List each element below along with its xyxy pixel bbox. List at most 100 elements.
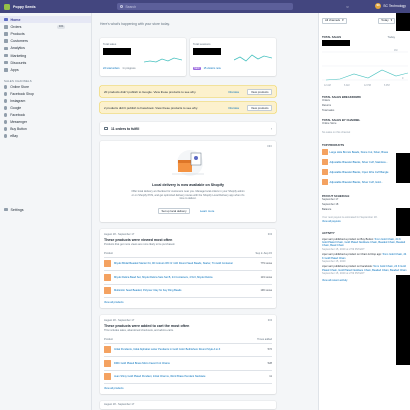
- list-item[interactable]: Large Hole Bronze Beads, Stone Cut, Silv…: [322, 147, 407, 157]
- channel-instagram[interactable]: Instagram: [0, 98, 91, 105]
- sidebar-item-products[interactable]: Products: [0, 30, 91, 37]
- channel-label: Facebook Shop: [10, 92, 34, 96]
- stat-footer: 22 total orders In progress: [103, 67, 136, 70]
- channel-facebook-shop[interactable]: Facebook Shop: [0, 91, 91, 98]
- sidebar-item-label: Apps: [10, 67, 19, 72]
- channel-buy-button[interactable]: Buy Button: [0, 126, 91, 133]
- sidebar-item-apps[interactable]: Apps: [0, 66, 91, 73]
- sidebar-item-customers[interactable]: Customers: [0, 38, 91, 45]
- gear-icon: [4, 207, 8, 212]
- view-products-button[interactable]: View products: [247, 88, 272, 95]
- sales-sparkline: [144, 57, 182, 63]
- payout-row: Balance: [322, 207, 332, 211]
- feed-title: These products were viewed most often: [104, 237, 173, 242]
- feed-subtitle: Products that get more views are more li…: [104, 243, 176, 246]
- total-sales-card[interactable]: Total sales 22 total orders In progress: [100, 38, 186, 76]
- channel-messenger[interactable]: Messenger: [0, 119, 91, 126]
- dismiss-link[interactable]: Dismiss: [229, 106, 240, 110]
- product-link[interactable]: Multicolor Seed Beaded, Polymer Clay for…: [114, 289, 254, 292]
- channel-online-store[interactable]: Online Store: [0, 84, 91, 91]
- period-label: Today: [387, 34, 395, 39]
- sidebar-item-discounts[interactable]: Discounts: [0, 59, 91, 66]
- learn-more-link[interactable]: Learn more: [200, 209, 214, 213]
- ebay-icon: [4, 134, 8, 138]
- more-options-icon[interactable]: •••: [268, 317, 272, 322]
- feed-title: These products were added to cart the mo…: [104, 323, 190, 328]
- sidebar-item-analytics[interactable]: Analytics: [0, 45, 91, 52]
- list-item[interactable]: Adjustable Bracelet Blanks, Open Wire Cu…: [322, 167, 407, 177]
- channel-google[interactable]: Google: [0, 105, 91, 112]
- visitors-now-link[interactable]: 15 visitors now: [204, 67, 221, 70]
- view-all-payouts-link[interactable]: View all payouts: [322, 220, 407, 223]
- new-badge: NEW: [193, 67, 201, 70]
- list-item[interactable]: Adjustable Bracelet Blanks, Silver Cuff,…: [322, 177, 407, 187]
- more-options-icon[interactable]: •••: [268, 231, 272, 236]
- most-viewed-products-card: ••• August 18 - September 17 These produ…: [100, 229, 276, 308]
- empty-state-text: No sales on this channel: [322, 131, 351, 135]
- section-title-text: TOTAL SALES: [322, 34, 342, 39]
- set-up-local-delivery-button[interactable]: Set up local delivery: [158, 208, 191, 214]
- total-orders-link[interactable]: 22 total orders: [103, 67, 120, 70]
- table-row[interactable]: Jean Shiny Gold Plated Pendant, Initial …: [104, 371, 272, 384]
- table-row[interactable]: Miyuki Bridal Beaded Starter Kit, 90 Col…: [104, 258, 272, 271]
- total-sessions-card[interactable]: Total sessions NEW 15 visitors now: [190, 38, 276, 76]
- select-value: All channels: [325, 18, 341, 23]
- product-link[interactable]: Initial Pendants, Initial Alphabet Lette…: [114, 348, 262, 351]
- facebook-icon: [4, 92, 8, 96]
- redaction-block: [396, 153, 410, 183]
- sidebar: Home Orders 161 Products Customers Analyt…: [0, 13, 92, 410]
- channel-ebay[interactable]: eBay: [0, 133, 91, 140]
- bell-icon[interactable]: ○: [345, 4, 350, 9]
- sidebar-item-orders[interactable]: Orders 161: [0, 23, 91, 30]
- orders-count-badge: 161: [57, 23, 65, 29]
- activity-time: September 15, 2020 at 2:59 PM EDT: [322, 272, 365, 276]
- sidebar-item-home[interactable]: Home: [0, 16, 91, 24]
- orders-to-fulfill-link[interactable]: 11 orders to fulfill ›: [100, 122, 276, 135]
- axis-tick-label: 6 PM: [384, 84, 390, 87]
- col-value: Sep 2–Sep 15: [255, 252, 272, 255]
- product-thumbnail: [322, 179, 328, 185]
- product-link[interactable]: Miyuki Bridal Beaded Starter Kit, 90 Col…: [114, 262, 254, 265]
- redacted-value: [322, 40, 350, 46]
- table-row[interactable]: DMC Gold Plated Brass Micro Facet Knit C…: [104, 357, 272, 371]
- dismiss-link[interactable]: Dismiss: [229, 90, 240, 94]
- view-all-products-link[interactable]: View all products: [104, 301, 272, 304]
- view-all-activity-link[interactable]: View all recent activity: [322, 279, 407, 282]
- product-link[interactable]: Jean Shiny Gold Plated Pendant, Initial …: [114, 375, 263, 378]
- table-row[interactable]: Miyuki Delica Bead Set, Miyuki Delica Se…: [104, 271, 272, 285]
- store-switcher[interactable]: Poppy Seeds: [0, 3, 92, 10]
- table-row[interactable]: Initial Pendants, Initial Alphabet Lette…: [104, 344, 272, 357]
- sales-over-time-chart: 1M 0 12 AM 6 AM 12 PM 6 PM: [322, 49, 408, 87]
- axis-tick-label: 12 AM: [324, 84, 331, 87]
- sidebar-item-marketing[interactable]: Marketing: [0, 52, 91, 59]
- activity-item: xiper sarr published a product on Facebo…: [322, 265, 407, 275]
- messenger-icon: [4, 120, 8, 124]
- date-filter-select[interactable]: Today ▾: [378, 18, 395, 24]
- search-input[interactable]: Search: [117, 3, 293, 10]
- apps-icon: [4, 68, 8, 72]
- list-item[interactable]: Adjustable Bracelet Blanks, Silver Cuff,…: [322, 157, 407, 167]
- chevron-down-icon: ▾: [390, 18, 392, 23]
- right-column: All channels ▾ Today ▾ TOTAL SALES Today 1M…: [318, 13, 410, 410]
- stat-footer: NEW 15 visitors now: [193, 67, 221, 70]
- chevron-down-icon: ▾: [342, 18, 344, 23]
- redacted-value: [103, 48, 131, 55]
- google-icon: [4, 106, 8, 110]
- channel-filter-select[interactable]: All channels ▾: [322, 18, 347, 24]
- redaction-block: [396, 13, 410, 31]
- user-menu[interactable]: SC SC Technology: [375, 3, 406, 9]
- greeting-text: Here's what's happening with your store …: [100, 22, 170, 26]
- sidebar-item-settings[interactable]: Settings: [0, 206, 91, 213]
- activity-item: xiper sarr published a product on Chain …: [322, 253, 407, 263]
- feed-subtitle: This includes sales, abandoned checkouts…: [104, 329, 174, 332]
- discount-icon: [4, 60, 8, 65]
- channel-facebook[interactable]: Facebook: [0, 112, 91, 119]
- product-link[interactable]: DMC Gold Plated Brass Micro Facet Knit C…: [114, 362, 262, 365]
- table-row[interactable]: Multicolor Seed Beaded, Polymer Clay for…: [104, 285, 272, 298]
- channel-row: Online Store: [322, 122, 337, 126]
- view-all-products-link[interactable]: View all products: [104, 387, 272, 390]
- more-options-icon[interactable]: •••: [267, 143, 272, 148]
- product-thumbnail: [104, 346, 111, 354]
- product-link[interactable]: Miyuki Delica Bead Set, Miyuki Delica Se…: [114, 276, 255, 279]
- view-products-button[interactable]: View products: [247, 104, 272, 111]
